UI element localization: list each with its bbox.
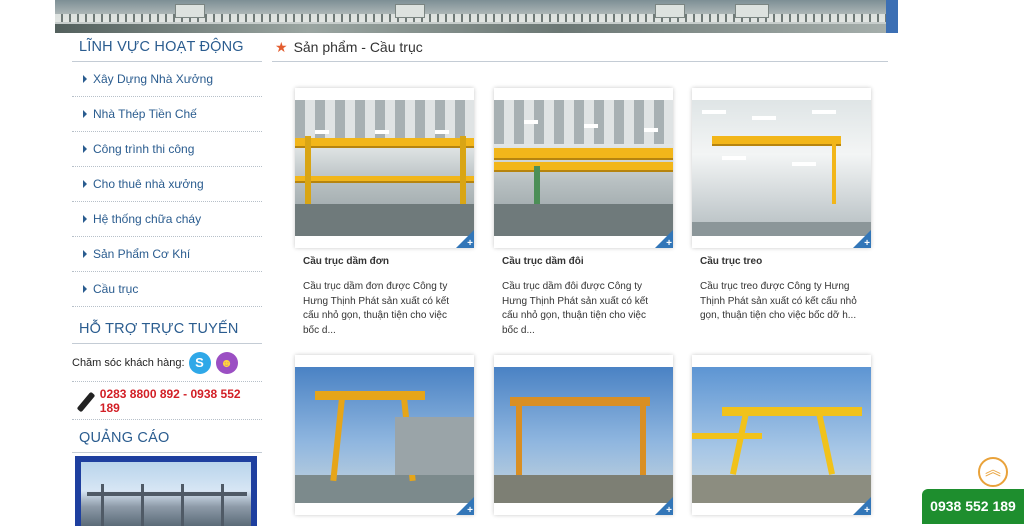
ads-section-title: QUẢNG CÁO (72, 424, 262, 453)
support-label: Chăm sóc khách hàng: (72, 356, 185, 369)
phone-numbers[interactable]: 0283 8800 892 - 0938 552 189 (100, 387, 262, 415)
product-card-cau-truc-treo[interactable]: + (692, 88, 871, 249)
sidebar-item-label: Nhà Thép Tiền Chế (93, 106, 197, 121)
product-title[interactable]: Cầu trục treo (700, 256, 762, 267)
support-section-title: HỖ TRỢ TRỰC TUYẾN (72, 315, 262, 344)
product-description: Cầu trục treo được Công ty Hưng Thịnh Ph… (700, 281, 857, 321)
caret-right-icon (83, 180, 87, 188)
sidebar-item-xay-dung-nha-xuong[interactable]: Xây Dựng Nhà Xưởng (72, 62, 262, 97)
product-image[interactable] (692, 367, 871, 503)
product-image[interactable] (295, 367, 474, 503)
caret-right-icon (83, 285, 87, 293)
caret-right-icon (83, 250, 87, 258)
header-banner-image (55, 0, 898, 33)
product-image[interactable] (295, 100, 474, 236)
star-icon: ★ (275, 38, 288, 55)
sidebar-item-cong-trinh-thi-cong[interactable]: Công trình thi công (72, 132, 262, 167)
plus-icon[interactable]: + (456, 230, 474, 249)
sidebar-item-san-pham-co-khi[interactable]: Sản Phẩm Cơ Khí (72, 237, 262, 272)
product-description: Cầu trục dầm đôi được Công ty Hưng Thịnh… (502, 281, 649, 336)
caret-right-icon (83, 145, 87, 153)
sidebar-item-he-thong-chua-chay[interactable]: Hệ thống chữa cháy (72, 202, 262, 237)
product-description: Cầu trục dầm đơn được Công ty Hưng Thịnh… (303, 281, 450, 336)
phone-row: 0283 8800 892 - 0938 552 189 (72, 382, 262, 420)
product-image[interactable] (494, 367, 673, 503)
product-image[interactable] (692, 100, 871, 236)
sidebar-item-label: Hệ thống chữa cháy (93, 211, 202, 226)
plus-icon[interactable]: + (655, 230, 673, 249)
breadcrumb: ★ Sản phẩm - Cầu trục (272, 33, 888, 62)
caret-right-icon (83, 110, 87, 118)
sidebar-item-cau-truc[interactable]: Cầu trục (72, 272, 262, 307)
product-card-gantry-2[interactable]: + (494, 355, 673, 516)
sidebar-item-label: Sản Phẩm Cơ Khí (93, 246, 191, 261)
product-card-gantry-3[interactable]: + (692, 355, 871, 516)
product-card-cau-truc-dam-doi[interactable]: + (494, 88, 673, 249)
product-image[interactable] (494, 100, 673, 236)
caret-right-icon (83, 75, 87, 83)
product-title[interactable]: Cầu trục dầm đơn (303, 256, 389, 267)
sidebar-item-label: Cầu trục (93, 281, 139, 296)
sidebar-item-label: Xây Dựng Nhà Xưởng (93, 71, 213, 86)
skype-icon[interactable]: S (188, 351, 211, 374)
plus-icon[interactable]: + (853, 230, 871, 249)
chat-icon[interactable]: ☻ (215, 351, 238, 374)
sidebar: LĨNH VỰC HOẠT ĐỘNG Xây Dựng Nhà Xưởng Nh… (72, 33, 262, 526)
chevron-up-icon: ︽ (984, 462, 1001, 479)
hotline-button[interactable]: 0938 552 189 (922, 489, 1024, 524)
sidebar-item-label: Cho thuê nhà xưởng (93, 176, 204, 191)
sidebar-item-label: Công trình thi công (93, 141, 195, 156)
sidebar-item-nha-thep-tien-che[interactable]: Nhà Thép Tiền Chế (72, 97, 262, 132)
scroll-to-top-button[interactable]: ︽ (978, 457, 1008, 487)
sidebar-section-title: LĨNH VỰC HOẠT ĐỘNG (72, 33, 262, 62)
product-card-gantry-1[interactable]: + (295, 355, 474, 516)
ad-banner[interactable] (75, 456, 257, 526)
caret-right-icon (83, 215, 87, 223)
customer-support-row: Chăm sóc khách hàng: S ☻ (72, 344, 262, 382)
breadcrumb-text: Sản phẩm - Cầu trục (293, 39, 423, 55)
plus-icon[interactable]: + (853, 497, 871, 516)
plus-icon[interactable]: + (655, 497, 673, 516)
phone-icon (76, 390, 96, 412)
plus-icon[interactable]: + (456, 497, 474, 516)
sidebar-item-cho-thue-nha-xuong[interactable]: Cho thuê nhà xưởng (72, 167, 262, 202)
product-card-cau-truc-dam-don[interactable]: + (295, 88, 474, 249)
product-title[interactable]: Cầu trục dầm đôi (502, 256, 584, 267)
